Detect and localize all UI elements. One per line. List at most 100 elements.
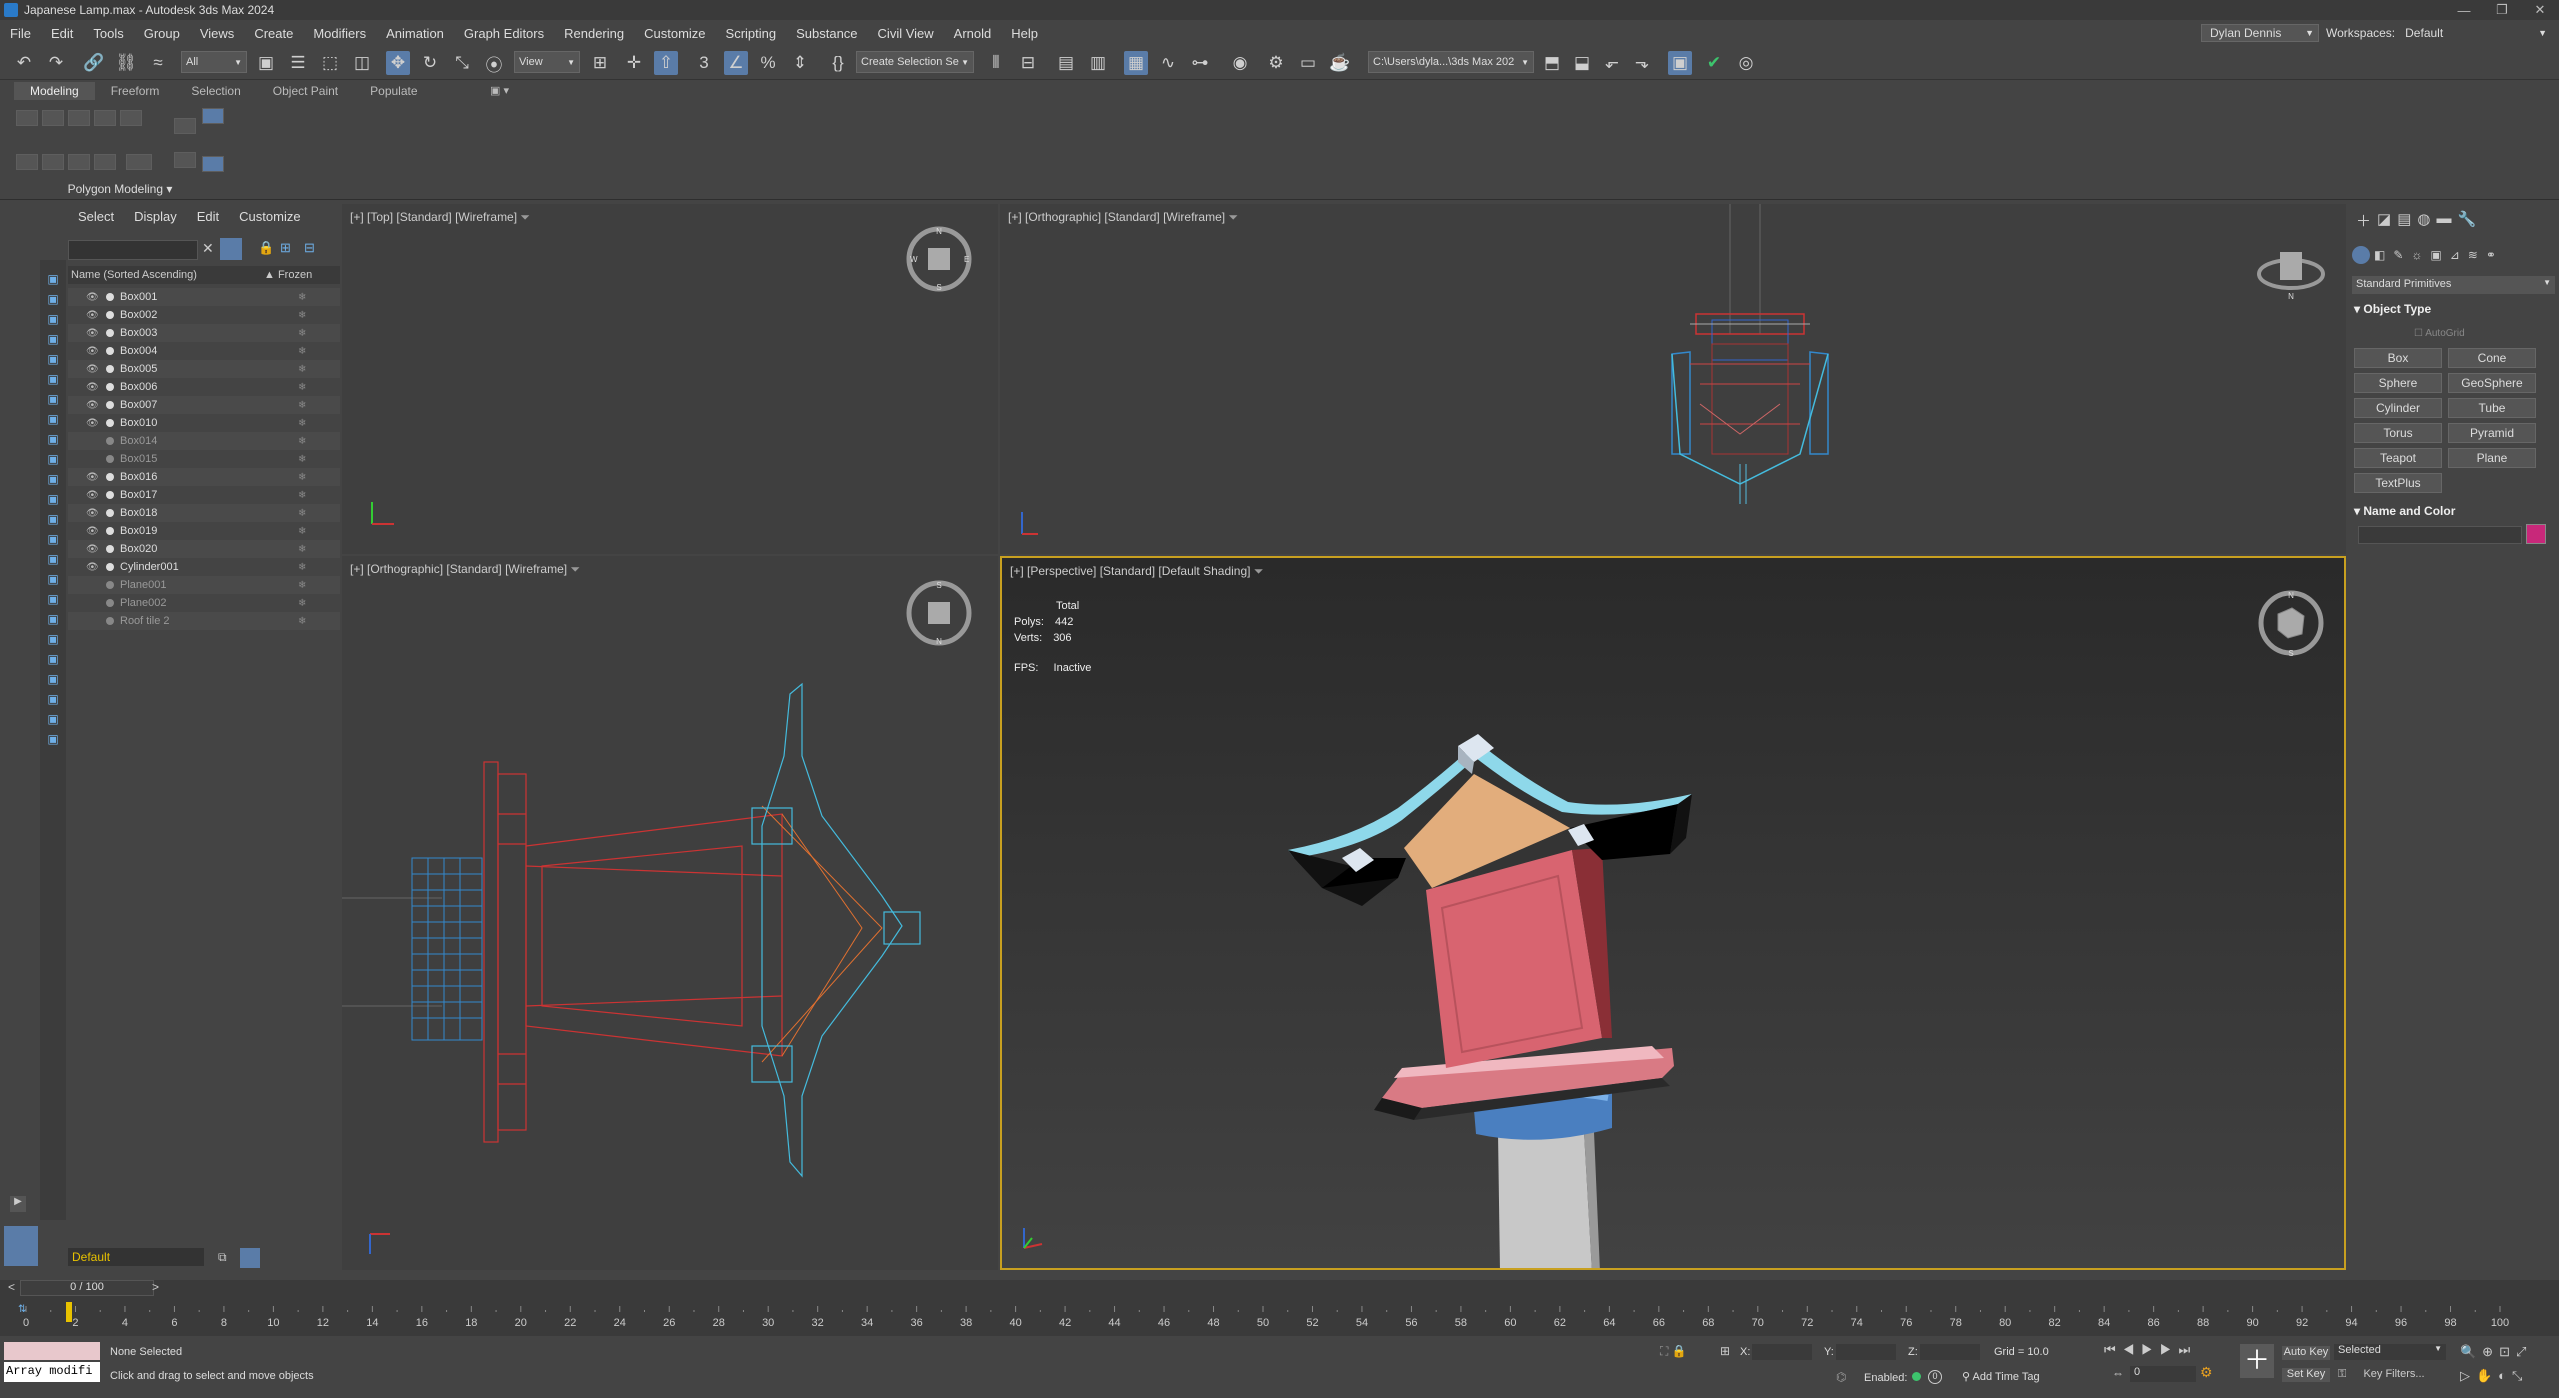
visibility-eye-icon[interactable]: 👁 — [86, 382, 100, 393]
explorer-filter-icon[interactable]: ▣ — [45, 292, 61, 306]
timeline-ruler[interactable]: 0 2 4 6 8 10 12 14 16 18 20 22 24 26 28 30 32 34 36 38 40 42 4… — [0, 1298, 2559, 1332]
display-tab-icon[interactable]: ▬ — [2436, 210, 2451, 230]
ribbon-tab-populate[interactable]: Populate — [354, 82, 433, 100]
freeze-icon[interactable]: ❄ — [298, 418, 306, 429]
scene-item[interactable]: 👁 Box002 ❄ — [68, 306, 340, 324]
scene-item[interactable]: 👁 Box001 ❄ — [68, 288, 340, 306]
freeze-icon[interactable]: ❄ — [298, 436, 306, 447]
set-project-folder-icon[interactable]: ⬓ — [1570, 51, 1594, 75]
check-icon[interactable]: ✔ — [1702, 51, 1726, 75]
scene-search-input[interactable] — [68, 240, 198, 260]
curve-editor-icon[interactable]: ∿ — [1156, 51, 1180, 75]
angle-snap-icon[interactable]: ∠ — [724, 51, 748, 75]
menu-group[interactable]: Group — [134, 26, 190, 41]
create-torus-button[interactable]: Torus — [2354, 423, 2442, 443]
scene-menu-select[interactable]: Select — [68, 209, 124, 224]
freeze-icon[interactable]: ❄ — [298, 346, 306, 357]
key-mode-icon[interactable]: ⇅ — [18, 1304, 26, 1315]
rect-selection-icon[interactable]: ⬚ — [318, 51, 342, 75]
object-render-icon[interactable] — [106, 419, 114, 427]
object-color-swatch[interactable] — [2526, 524, 2546, 544]
visibility-eye-icon[interactable]: 👁 — [86, 346, 100, 357]
set-key-button[interactable]: Set Key — [2282, 1368, 2330, 1382]
ribbon-toggle-icon[interactable]: ▣ ▾ — [490, 84, 509, 97]
scene-item[interactable]: 👁 Box020 ❄ — [68, 540, 340, 558]
freeze-icon[interactable]: ❄ — [298, 490, 306, 501]
create-tube-button[interactable]: Tube — [2448, 398, 2536, 418]
menu-substance[interactable]: Substance — [786, 26, 867, 41]
ribbon-tool-button[interactable] — [174, 118, 196, 134]
freeze-icon[interactable]: ❄ — [298, 526, 306, 537]
key-filters-button[interactable]: ⚿ Key Filters... — [2338, 1368, 2425, 1381]
object-render-icon[interactable] — [106, 437, 114, 445]
select-by-name-icon[interactable]: ☰ — [286, 51, 310, 75]
arnold-icon[interactable]: ◎ — [1734, 51, 1758, 75]
lock-icon[interactable]: 🔒 — [258, 240, 274, 256]
explorer-filter-icon[interactable]: ▣ — [45, 372, 61, 386]
ribbon-tool-button[interactable] — [68, 110, 90, 126]
absolute-mode-icon[interactable]: ⊞ — [1720, 1344, 1730, 1358]
explorer-filter-icon[interactable]: ▣ — [45, 632, 61, 646]
explorer-filter-icon[interactable]: ▣ — [45, 332, 61, 346]
current-frame-input[interactable]: 0 — [2130, 1366, 2196, 1382]
place-icon[interactable]: ⦿ — [482, 51, 506, 75]
visibility-eye-icon[interactable]: 👁 — [86, 310, 100, 321]
layer-dropdown[interactable]: Default — [68, 1248, 204, 1266]
menu-civil-view[interactable]: Civil View — [868, 26, 944, 41]
explorer-filter-icon[interactable]: ▣ — [45, 412, 61, 426]
scene-item[interactable]: 👁 Box003 ❄ — [68, 324, 340, 342]
ribbon-tool-button[interactable] — [126, 154, 152, 170]
visibility-eye-icon[interactable]: 👁 — [86, 544, 100, 555]
playback-controls[interactable]: ⏮◀▶▶⏭ — [2104, 1342, 2197, 1358]
toggle-ribbon-icon[interactable]: ▦ — [1124, 51, 1148, 75]
scene-menu-edit[interactable]: Edit — [187, 209, 229, 224]
explorer-filter-icon[interactable]: ▣ — [45, 312, 61, 326]
named-selection-dropdown[interactable]: Create Selection Se ▼ — [856, 51, 974, 73]
project-path-dropdown[interactable]: C:\Users\dyla...\3ds Max 202 ▼ — [1368, 51, 1534, 73]
viewport-label[interactable]: [+] [Top] [Standard] [Wireframe] ⏷ — [350, 210, 530, 225]
export-icon[interactable]: ⬎ — [1630, 51, 1654, 75]
scene-item[interactable]: Roof tile 2 ❄ — [68, 612, 340, 630]
import-icon[interactable]: ⬐ — [1600, 51, 1624, 75]
explorer-filter-icon[interactable]: ▣ — [45, 692, 61, 706]
viewport-layout-icon[interactable] — [4, 1226, 38, 1266]
object-render-icon[interactable] — [106, 293, 114, 301]
viewport-nav-controls[interactable]: 🔍⊕⊡⤢ — [2460, 1344, 2532, 1360]
autogrid-checkbox[interactable]: ☐ AutoGrid — [2414, 328, 2465, 339]
visibility-eye-icon[interactable]: 👁 — [86, 418, 100, 429]
explorer-filter-icon[interactable]: ▣ — [45, 472, 61, 486]
explorer-filter-icon[interactable]: ▣ — [45, 452, 61, 466]
explorer-filter-icon[interactable]: ▣ — [45, 592, 61, 606]
name-color-rollout[interactable]: ▾ Name and Color — [2354, 504, 2455, 518]
select-object-icon[interactable]: ▣ — [254, 51, 278, 75]
freeze-icon[interactable]: ❄ — [298, 472, 306, 483]
prev-frame-icon[interactable]: < — [8, 1280, 15, 1294]
ribbon-tool-button[interactable] — [16, 154, 38, 170]
motion-tab-icon[interactable]: ◍ — [2417, 210, 2430, 230]
explorer-filter-icon[interactable]: ▣ — [45, 272, 61, 286]
render-setup-icon[interactable]: ⚙ — [1264, 51, 1288, 75]
ribbon-tab-modeling[interactable]: Modeling — [14, 82, 95, 100]
visibility-eye-icon[interactable]: 👁 — [86, 490, 100, 501]
scene-item[interactable]: 👁 Box018 ❄ — [68, 504, 340, 522]
ribbon-tool-button[interactable] — [202, 108, 224, 124]
ribbon-tool-button[interactable] — [120, 110, 142, 126]
object-render-icon[interactable] — [106, 581, 114, 589]
hierarchy-icon[interactable]: ⊞ — [280, 240, 291, 256]
create-sphere-button[interactable]: Sphere — [2354, 373, 2442, 393]
object-render-icon[interactable] — [106, 365, 114, 373]
visibility-eye-icon[interactable]: 👁 — [86, 400, 100, 411]
time-config-icon[interactable]: ⇔ — [2112, 1366, 2124, 1380]
menu-file[interactable]: File — [0, 26, 41, 41]
undo-icon[interactable]: ↶ — [12, 51, 36, 75]
ribbon-panel-label[interactable]: Polygon Modeling ▾ — [0, 182, 240, 196]
object-render-icon[interactable] — [106, 599, 114, 607]
visibility-eye-icon[interactable]: 👁 — [86, 328, 100, 339]
menu-modifiers[interactable]: Modifiers — [303, 26, 376, 41]
clear-search-icon[interactable]: ✕ — [202, 240, 214, 257]
freeze-icon[interactable]: ❄ — [298, 292, 306, 303]
object-render-icon[interactable] — [106, 347, 114, 355]
explorer-filter-icon[interactable]: ▣ — [45, 492, 61, 506]
explorer-filter-icon[interactable]: ▣ — [45, 712, 61, 726]
ribbon-tab-selection[interactable]: Selection — [175, 82, 256, 100]
